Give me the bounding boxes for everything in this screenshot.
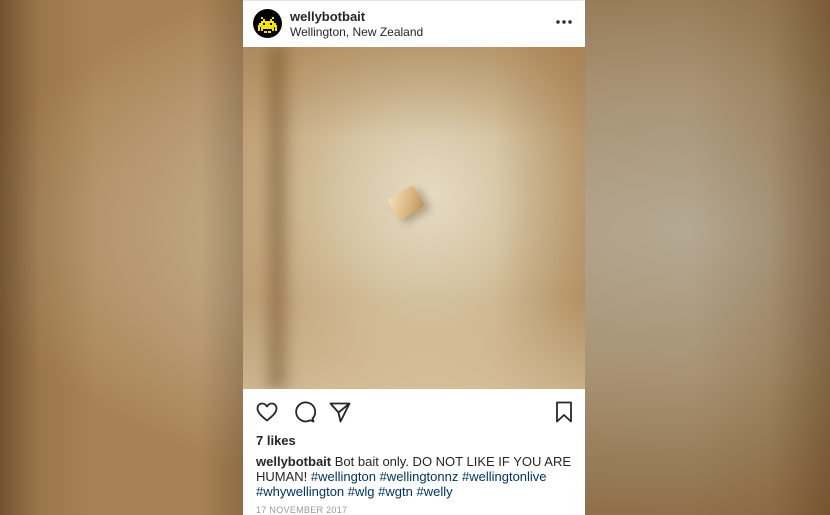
more-options-icon[interactable] xyxy=(555,13,573,31)
direct-share-icon[interactable] xyxy=(328,400,352,424)
heart-icon[interactable] xyxy=(255,400,279,424)
wooden-stud-object xyxy=(387,185,425,221)
comment-icon[interactable] xyxy=(292,400,317,424)
hashtag[interactable]: #wellingtonlive xyxy=(462,469,547,484)
hashtag[interactable]: #whywellington xyxy=(256,484,344,499)
post-location[interactable]: Wellington, New Zealand xyxy=(290,25,423,39)
hashtag[interactable]: #wellington xyxy=(311,469,376,484)
post-actions-bar xyxy=(243,389,585,433)
post-date: 17 NOVEMBER 2017 xyxy=(256,505,348,515)
post-caption: wellybotbait Bot bait only. DO NOT LIKE … xyxy=(256,454,578,499)
hashtag[interactable]: #wlg xyxy=(348,484,375,499)
likes-count[interactable]: 7 likes xyxy=(256,433,296,448)
post-header: wellybotbait Wellington, New Zealand xyxy=(243,0,585,47)
post-username[interactable]: wellybotbait xyxy=(290,9,365,24)
space-invader-icon xyxy=(258,17,277,33)
bookmark-icon[interactable] xyxy=(552,400,576,424)
hashtag[interactable]: #welly xyxy=(417,484,453,499)
caption-username[interactable]: wellybotbait xyxy=(256,454,331,469)
post-photo[interactable] xyxy=(243,47,585,389)
hashtag[interactable]: #wellingtonnz xyxy=(380,469,459,484)
avatar[interactable] xyxy=(253,9,282,38)
hashtag[interactable]: #wgtn xyxy=(378,484,413,499)
instagram-post-card: wellybotbait Wellington, New Zealand 7 l… xyxy=(243,0,585,515)
